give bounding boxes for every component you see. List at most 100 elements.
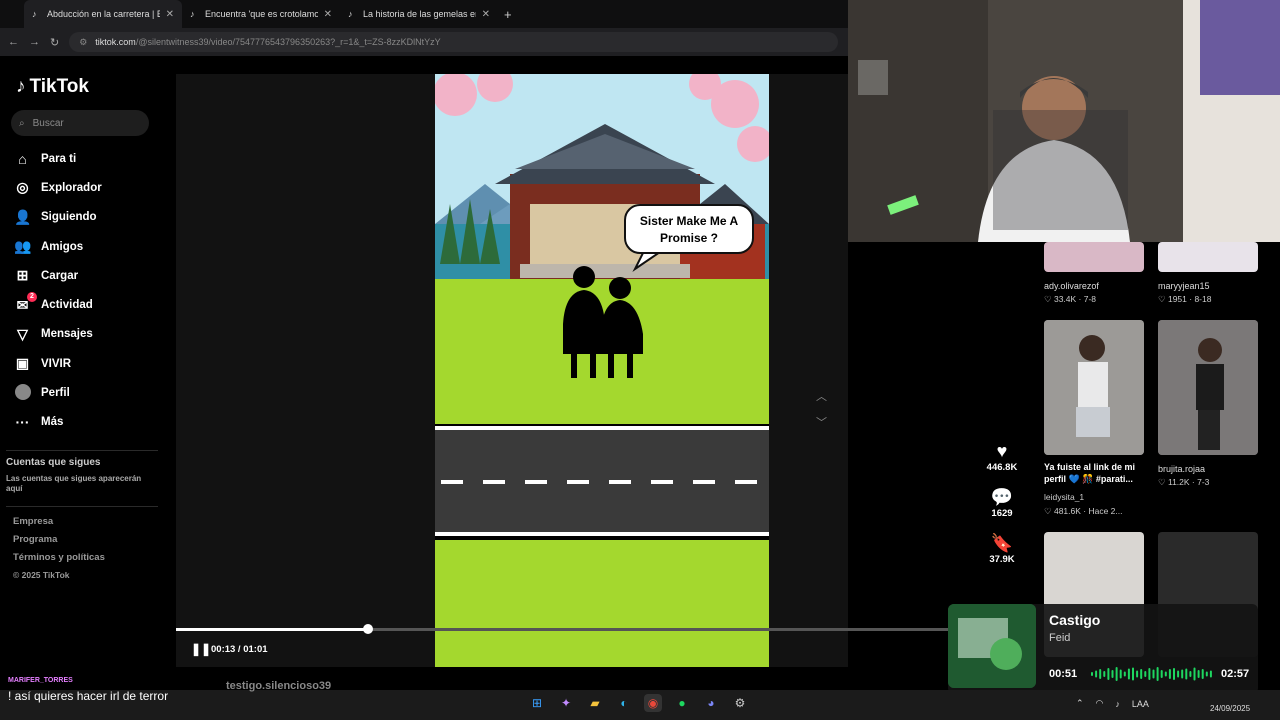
previous-video-icon[interactable]: ︿ xyxy=(816,388,827,404)
friends-icon: 👥 xyxy=(14,238,32,255)
progress-fill xyxy=(176,628,368,631)
thumbnail-user[interactable]: ady.olivarezof xyxy=(1044,280,1154,292)
live-icon: ▣ xyxy=(15,355,30,372)
logo-text: TikTok xyxy=(29,76,89,97)
tab-title: La historia de las gemelas en Je xyxy=(363,9,476,19)
sidebar-item-label: Mensajes xyxy=(41,328,93,341)
tiktok-logo[interactable]: ♪ TikTok xyxy=(16,76,89,98)
sidebar-item-label: Perfil xyxy=(41,387,70,400)
sidebar-item-label: Cargar xyxy=(41,269,79,282)
url-path: /@silentwitness39/video/7547776543796350… xyxy=(135,37,441,47)
tiktok-favicon-icon: ♪ xyxy=(190,8,195,19)
save-count: 37.9K xyxy=(989,554,1015,565)
explorer-icon[interactable]: ▰ xyxy=(586,694,604,712)
notification-badge: 2 xyxy=(27,291,37,302)
site-info-icon[interactable]: ⚙ xyxy=(79,37,87,48)
sidebar-item-mensajes[interactable]: ▽ Mensajes xyxy=(14,320,102,349)
forward-icon[interactable]: → xyxy=(29,36,40,48)
footer-link-programa[interactable]: Programa xyxy=(13,534,105,552)
thumbnail-meta: ♡ 481.6K · Hace 2... xyxy=(1044,506,1123,516)
comment-icon[interactable]: 💬 xyxy=(980,486,1024,508)
bookmark-icon[interactable]: 🔖 xyxy=(980,532,1024,554)
video-thumbnail[interactable] xyxy=(1044,242,1144,272)
progress-handle[interactable] xyxy=(362,624,373,634)
song-title: Castigo xyxy=(1049,612,1101,628)
discord-icon[interactable]: ◕ xyxy=(702,694,720,712)
video-stage: Sister Make Me A Promise ? xyxy=(176,74,848,667)
system-tray: ⌃ ◠ ♪ LAA xyxy=(1076,698,1149,709)
sidebar-item-actividad[interactable]: ✉ 2 Actividad xyxy=(14,290,102,319)
tab-crotolamo[interactable]: ♪ Encuentra 'que es crotolamo' e ✕ xyxy=(182,0,340,28)
url-field[interactable]: ⚙ tiktok.com/@silentwitness39/video/7547… xyxy=(69,32,838,52)
thumbnail-user[interactable]: maryyjean15 xyxy=(1158,280,1268,292)
sidebar-footer: Empresa Programa Términos y políticas © … xyxy=(13,516,105,588)
sidebar-item-amigos[interactable]: 👥 Amigos xyxy=(14,232,102,261)
thumbnail-user[interactable]: leidysita_1 xyxy=(1044,492,1084,502)
close-tab-icon[interactable]: ✕ xyxy=(166,9,174,20)
footer-link-empresa[interactable]: Empresa xyxy=(13,516,105,534)
speech-bubble: Sister Make Me A Promise ? xyxy=(624,204,754,254)
tab-abduccion[interactable]: ♪ Abducción en la carretera | Ep ✕ xyxy=(24,0,182,28)
sidebar-item-perfil[interactable]: Perfil xyxy=(14,378,102,407)
more-icon: ··· xyxy=(15,414,30,431)
copilot-icon[interactable]: ✦ xyxy=(557,694,575,712)
clock-date: 24/09/2025 xyxy=(1210,704,1251,713)
search-icon: ⌕ xyxy=(19,117,25,129)
keyboard-lang[interactable]: LAA xyxy=(1132,699,1149,709)
search-input[interactable]: ⌕ Buscar xyxy=(11,110,149,136)
windows-icon[interactable]: ⊞ xyxy=(528,694,546,712)
tab-title: Encuentra 'que es crotolamo' e xyxy=(205,9,318,19)
new-tab-button[interactable]: + xyxy=(504,7,512,22)
sidebar-item-para-ti[interactable]: ⌂ Para ti xyxy=(14,144,102,173)
video-thumbnail[interactable] xyxy=(1044,320,1144,455)
video-player[interactable]: Sister Make Me A Promise ? xyxy=(435,74,769,667)
footer-link-terminos[interactable]: Términos y políticas xyxy=(13,552,105,570)
like-count: 446.8K xyxy=(986,462,1018,473)
wifi-icon[interactable]: ◠ xyxy=(1096,698,1104,709)
following-icon: 👤 xyxy=(14,208,32,225)
following-empty-text: Las cuentas que sigues aparecerán aquí xyxy=(6,474,142,493)
sidebar-item-cargar[interactable]: ⊞ Cargar xyxy=(14,261,102,290)
reload-icon[interactable]: ↻ xyxy=(50,36,59,49)
tiktok-favicon-icon: ♪ xyxy=(32,8,37,19)
video-thumbnail[interactable] xyxy=(1158,242,1258,272)
heart-icon[interactable]: ♥ xyxy=(980,440,1024,462)
sidebar-item-label: VIVIR xyxy=(41,357,72,370)
album-cover xyxy=(948,604,1036,688)
profile-avatar xyxy=(14,383,31,403)
back-icon[interactable]: ← xyxy=(8,36,19,48)
upload-icon: ⊞ xyxy=(16,267,29,284)
sidebar-item-mas[interactable]: ··· Más xyxy=(14,408,102,437)
thumbnail-title[interactable]: Ya fuiste al link de mi perfil 💙 🎊 #para… xyxy=(1044,461,1154,485)
sidebar-item-explorador[interactable]: ◎ Explorador xyxy=(14,173,101,202)
tab-gemelas[interactable]: ♪ La historia de las gemelas en Je ✕ xyxy=(340,0,498,28)
taskbar-apps: ⊞ ✦ ▰ ◐ ◉ ● ◕ ⚙ xyxy=(528,694,749,712)
song-current-time: 00:51 xyxy=(1049,668,1078,680)
chrome-icon[interactable]: ◉ xyxy=(644,694,662,712)
thumbnail-user[interactable]: brujita.rojaa xyxy=(1158,463,1268,475)
pause-button[interactable]: ❚❚ xyxy=(191,642,211,656)
chevron-up-icon[interactable]: ⌃ xyxy=(1076,698,1084,709)
chat-username: MARIFER_TORRES xyxy=(8,677,73,684)
thumbnail-meta: ♡ 1951 · 8-18 xyxy=(1158,294,1212,304)
sidebar-item-vivir[interactable]: ▣ VIVIR xyxy=(14,349,102,378)
webcam-overlay xyxy=(848,0,1280,242)
spotify-icon[interactable]: ● xyxy=(673,694,691,712)
close-tab-icon[interactable]: ✕ xyxy=(482,9,490,20)
edge-icon[interactable]: ◐ xyxy=(615,694,633,712)
volume-icon[interactable]: ♪ xyxy=(1115,699,1120,709)
sidebar-item-siguiendo[interactable]: 👤 Siguiendo xyxy=(14,203,102,232)
url-domain: tiktok.com xyxy=(95,37,136,47)
steam-icon[interactable]: ⚙ xyxy=(731,694,749,712)
sidebar-nav: ⌂ Para ti ◎ Explorador 👤 Siguiendo 👥 Amigos … xyxy=(14,144,102,437)
sidebar-item-label: Actividad xyxy=(41,299,93,312)
next-video-icon[interactable]: ﹀ xyxy=(816,414,827,430)
video-thumbnail[interactable] xyxy=(1158,320,1258,455)
close-tab-icon[interactable]: ✕ xyxy=(324,9,332,20)
song-duration: 02:57 xyxy=(1221,668,1250,680)
video-actions: ♥ 446.8K 💬 1629 🔖 37.9K xyxy=(980,440,1024,578)
divider xyxy=(6,506,158,507)
copyright: © 2025 TikTok xyxy=(13,570,70,580)
sidebar-item-label: Más xyxy=(41,416,64,429)
video-progress-bar[interactable] xyxy=(176,624,956,634)
